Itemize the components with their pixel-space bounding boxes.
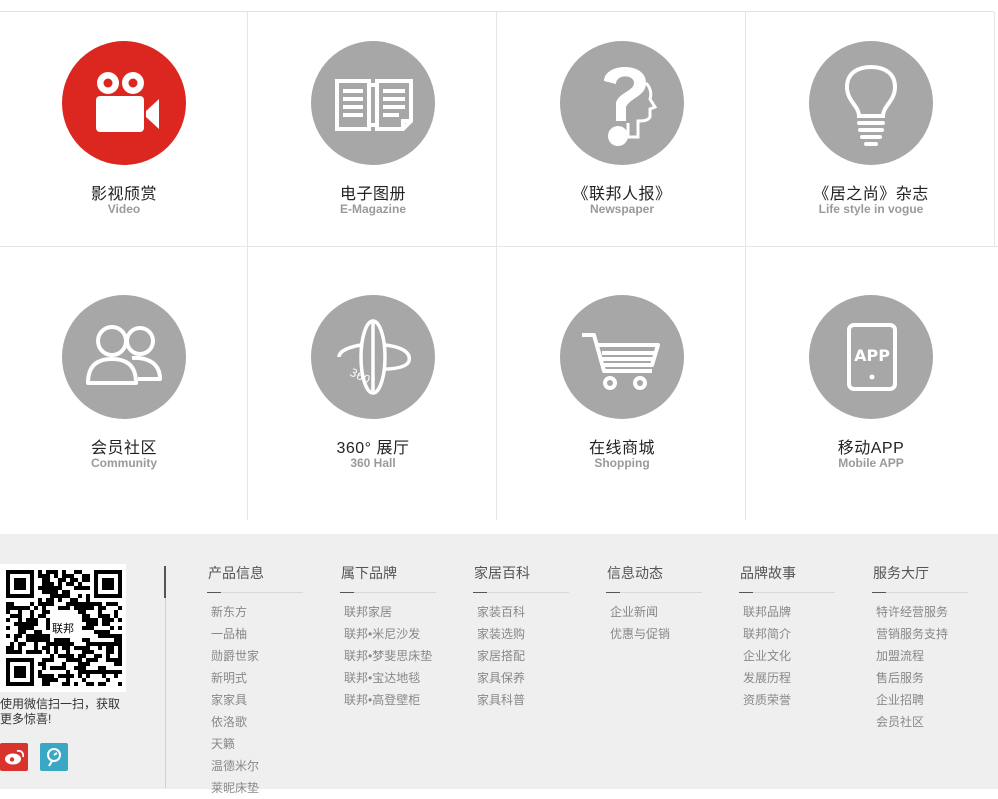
- footer-link[interactable]: 联邦简介: [743, 623, 835, 645]
- tile-life-style[interactable]: 《居之尚》杂志 Life style in vogue: [747, 12, 995, 266]
- footer-link[interactable]: 特许经营服务: [876, 601, 968, 623]
- footer-link[interactable]: 家家具: [211, 689, 303, 711]
- footer-link[interactable]: 联邦•宝达地毯: [344, 667, 436, 689]
- footer-divider: [165, 598, 166, 788]
- wechat-icon[interactable]: [40, 743, 68, 771]
- weibo-icon[interactable]: [0, 743, 28, 771]
- video-camera-icon: [62, 41, 186, 165]
- footer-column-news: 信息动态 企业新闻 优惠与促销: [606, 564, 702, 645]
- footer-link[interactable]: 会员社区: [876, 711, 968, 733]
- tile-360-hall[interactable]: 360° 360° 展厅 360 Hall: [249, 266, 497, 520]
- footer-link[interactable]: 企业新闻: [610, 601, 702, 623]
- footer-link[interactable]: 一品柚: [211, 623, 303, 645]
- footer-link[interactable]: 联邦•梦斐思床垫: [344, 645, 436, 667]
- footer-column-services: 服务大厅 特许经营服务 营销服务支持 加盟流程 售后服务 企业招聘 会员社区: [872, 564, 968, 733]
- footer-column-title: 属下品牌: [341, 565, 397, 581]
- users-icon: [62, 295, 186, 419]
- tile-title: 《联邦人报》: [572, 186, 672, 203]
- tile-title: 《居之尚》杂志: [813, 186, 929, 203]
- footer: 联邦 使用微信扫一扫，获取更多惊喜! 产品信息 新东方 一品柚 勋爵世家 新明式 家家具…: [0, 534, 998, 795]
- tile-e-magazine[interactable]: 电子图册 E-Magazine: [249, 12, 497, 266]
- wechat-qr-code: 联邦: [0, 564, 126, 692]
- tile-community[interactable]: 会员社区 Community: [0, 266, 248, 520]
- footer-column-brand-story: 品牌故事 联邦品牌 联邦简介 企业文化 发展历程 资质荣誉: [739, 564, 835, 711]
- footer-link[interactable]: 家居搭配: [477, 645, 569, 667]
- footer-link[interactable]: 联邦家居: [344, 601, 436, 623]
- footer-column-title: 服务大厅: [873, 565, 929, 581]
- footer-column-underline: [473, 582, 569, 593]
- tile-shopping[interactable]: 在线商城 Shopping: [498, 266, 746, 520]
- footer-link[interactable]: 莱昵床垫: [211, 777, 303, 799]
- tile-title: 移动APP: [837, 440, 905, 457]
- footer-column-title: 品牌故事: [740, 565, 796, 581]
- cart-icon: [560, 295, 684, 419]
- qr-logo: 联邦: [52, 622, 74, 635]
- footer-link[interactable]: 资质荣誉: [743, 689, 835, 711]
- footer-link[interactable]: 新东方: [211, 601, 303, 623]
- footer-link[interactable]: 家装选购: [477, 623, 569, 645]
- footer-link[interactable]: 温德米尔: [211, 755, 303, 777]
- footer-column-underline: [207, 582, 303, 593]
- footer-link[interactable]: 发展历程: [743, 667, 835, 689]
- tile-subtitle: Mobile APP: [838, 456, 904, 470]
- footer-link[interactable]: 加盟流程: [876, 645, 968, 667]
- tile-mobile-app[interactable]: APP 移动APP Mobile APP: [747, 266, 995, 520]
- footer-column-underline: [739, 582, 835, 593]
- book-icon: [311, 41, 435, 165]
- tile-subtitle: Shopping: [594, 456, 650, 470]
- footer-link[interactable]: 联邦•米尼沙发: [344, 623, 436, 645]
- tile-subtitle: 360 Hall: [350, 456, 396, 470]
- footer-column-title: 家居百科: [474, 565, 530, 581]
- qr-caption: 使用微信扫一扫，获取更多惊喜!: [0, 697, 121, 726]
- question-head-icon: [560, 41, 684, 165]
- footer-link[interactable]: 优惠与促销: [610, 623, 702, 645]
- tablet-app-icon: APP: [809, 295, 933, 419]
- footer-column-title: 产品信息: [208, 565, 264, 581]
- footer-column-products: 产品信息 新东方 一品柚 勋爵世家 新明式 家家具 依洛歌 天籁 温德米尔 莱昵床垫: [207, 564, 303, 799]
- tile-title: 360° 展厅: [336, 440, 410, 457]
- tile-video[interactable]: 影视颀赏 Video: [0, 12, 248, 266]
- footer-link[interactable]: 家装百科: [477, 601, 569, 623]
- footer-column-underline: [606, 582, 702, 593]
- footer-link[interactable]: 企业文化: [743, 645, 835, 667]
- footer-link[interactable]: 联邦品牌: [743, 601, 835, 623]
- tile-title: 电子图册: [339, 186, 406, 203]
- lightbulb-icon: [809, 41, 933, 165]
- tile-title: 会员社区: [90, 440, 157, 457]
- tile-title: 影视颀赏: [90, 186, 157, 203]
- tile-newspaper[interactable]: 《联邦人报》 Newspaper: [498, 12, 746, 266]
- footer-link[interactable]: 售后服务: [876, 667, 968, 689]
- footer-link[interactable]: 勋爵世家: [211, 645, 303, 667]
- footer-link[interactable]: 企业招聘: [876, 689, 968, 711]
- footer-column-brands: 属下品牌 联邦家居 联邦•米尼沙发 联邦•梦斐思床垫 联邦•宝达地毯 联邦•高登壁柜: [340, 564, 436, 711]
- footer-link[interactable]: 依洛歌: [211, 711, 303, 733]
- footer-link[interactable]: 家具保养: [477, 667, 569, 689]
- footer-link[interactable]: 新明式: [211, 667, 303, 689]
- footer-link[interactable]: 营销服务支持: [876, 623, 968, 645]
- footer-link[interactable]: 家具科普: [477, 689, 569, 711]
- tile-subtitle: Newspaper: [589, 202, 655, 216]
- rotate-360-icon: 360°: [311, 295, 435, 419]
- tile-title: 在线商城: [588, 440, 655, 457]
- footer-column-encyclopedia: 家居百科 家装百科 家装选购 家居搭配 家具保养 家具科普: [473, 564, 569, 711]
- tile-subtitle: Community: [91, 456, 157, 470]
- footer-link[interactable]: 天籁: [211, 733, 303, 755]
- footer-link[interactable]: 联邦•高登壁柜: [344, 689, 436, 711]
- tile-subtitle: E-Magazine: [339, 202, 406, 216]
- tile-subtitle: Video: [107, 202, 141, 216]
- footer-column-title: 信息动态: [607, 565, 663, 581]
- tile-subtitle: Life style in vogue: [818, 202, 924, 216]
- feature-grid: 影视颀赏 Video 电子图册 E-Magazine 《联邦人报》 Newspa…: [0, 12, 998, 522]
- footer-divider: [164, 566, 166, 598]
- footer-column-underline: [340, 582, 436, 593]
- tablet-app-label: APP: [854, 346, 890, 365]
- footer-column-underline: [872, 582, 968, 593]
